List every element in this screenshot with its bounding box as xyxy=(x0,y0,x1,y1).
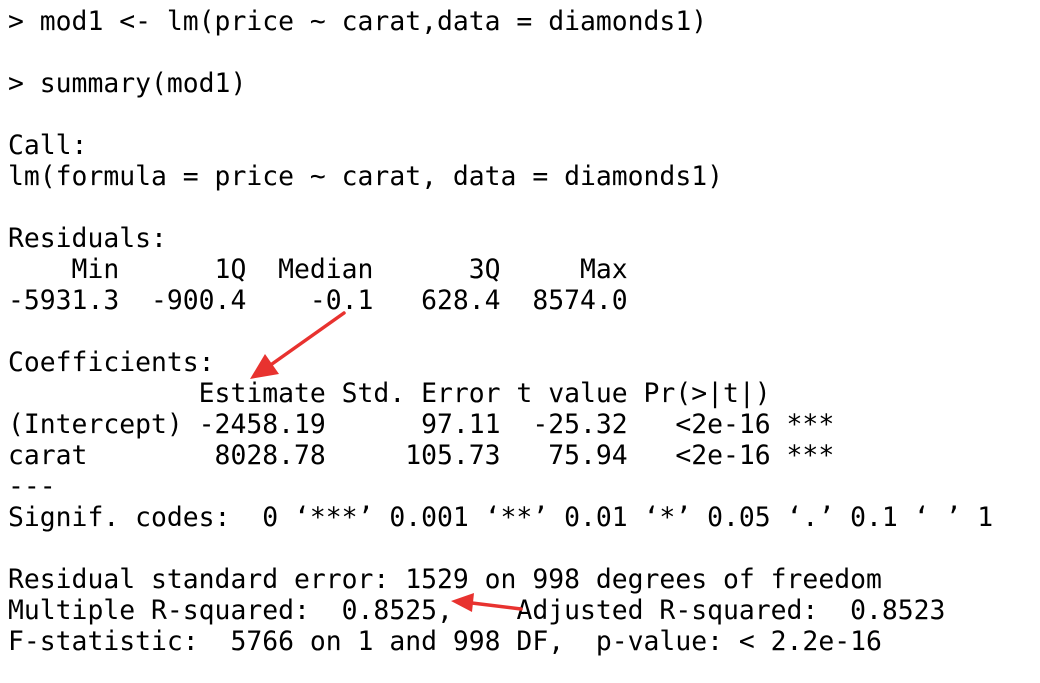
console-line-call-heading: Call: xyxy=(8,130,88,161)
console-line-blank xyxy=(8,316,993,347)
console-line-f-statistic: F-statistic: 5766 on 1 and 998 DF, p-val… xyxy=(8,626,882,657)
console-line-residual-se: Residual standard error: 1529 on 998 deg… xyxy=(8,564,882,595)
console-line-blank xyxy=(8,37,993,68)
console-line-residuals-values: -5931.3 -900.4 -0.1 628.4 8574.0 xyxy=(8,285,644,316)
console-line-blank xyxy=(8,192,993,223)
console-line-blank xyxy=(8,99,993,130)
console-line-signif-codes: Signif. codes: 0 ‘***’ 0.001 ‘**’ 0.01 ‘… xyxy=(8,502,994,533)
console-line-coefficients-heading: Coefficients: xyxy=(8,347,215,378)
console-line-separator: --- xyxy=(8,471,56,502)
console-line-coefficients-intercept: (Intercept) -2458.19 97.11 -25.32 <2e-16… xyxy=(8,409,835,440)
console-line-blank xyxy=(8,533,993,564)
console-line-coefficients-carat: carat 8028.78 105.73 75.94 <2e-16 *** xyxy=(8,440,835,471)
console-line-command-lm: > mod1 <- lm(price ~ carat,data = diamon… xyxy=(8,6,708,37)
console-line-command-summary: > summary(mod1) xyxy=(8,68,247,99)
console-line-call-formula: lm(formula = price ~ carat, data = diamo… xyxy=(8,161,723,192)
console-line-r-squared: Multiple R-squared: 0.8525, Adjusted R-s… xyxy=(8,595,962,626)
console-line-residuals-heading: Residuals: xyxy=(8,223,167,254)
r-console-output: > mod1 <- lm(price ~ carat,data = diamon… xyxy=(8,6,993,657)
console-line-residuals-header: Min 1Q Median 3Q Max xyxy=(8,254,644,285)
console-line-coefficients-header: Estimate Std. Error t value Pr(>|t|) xyxy=(8,378,835,409)
